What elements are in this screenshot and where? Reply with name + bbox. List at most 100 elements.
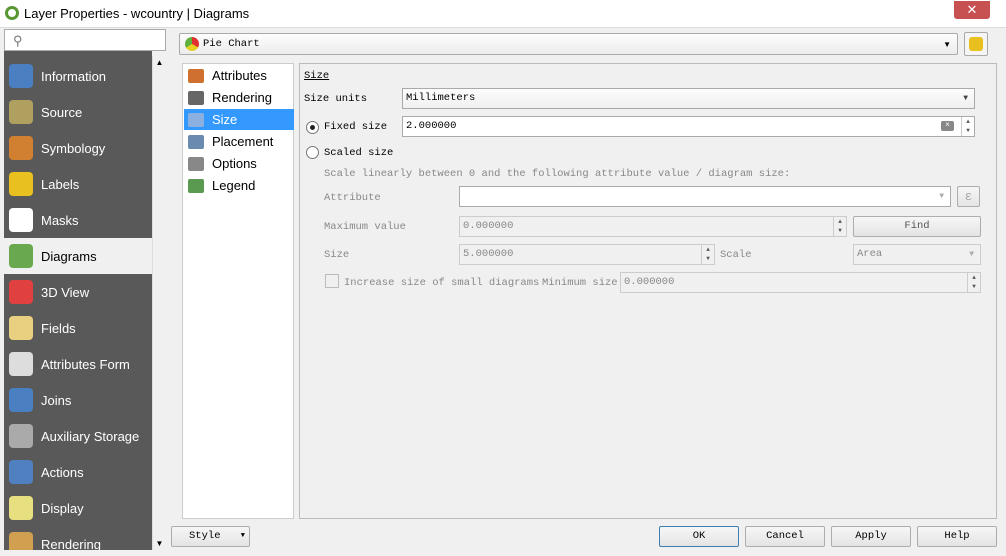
sidebar-item-information[interactable]: Information bbox=[4, 58, 152, 94]
scaled-size-radio[interactable] bbox=[306, 146, 319, 159]
attributes-icon bbox=[188, 68, 204, 83]
sidebar-item-label: Attributes Form bbox=[41, 356, 130, 372]
masks-icon bbox=[9, 208, 33, 232]
rendering-icon bbox=[9, 532, 33, 550]
fields-icon bbox=[9, 316, 33, 340]
subtab-label: Legend bbox=[212, 178, 256, 193]
attribute-field[interactable]: ▼ bbox=[459, 186, 951, 207]
min-size-input[interactable]: 0.000000 ▲ ▼ bbox=[620, 272, 981, 293]
sidebar-item-label: Joins bbox=[41, 392, 72, 408]
sidebar-item-display[interactable]: Display bbox=[4, 490, 152, 526]
subtab-placement[interactable]: Placement bbox=[184, 131, 294, 152]
spinbox-arrows[interactable]: ▲ ▼ bbox=[701, 245, 714, 264]
subtab-label: Rendering bbox=[212, 90, 272, 105]
sidebar-item-3d-view[interactable]: 3D View bbox=[4, 274, 152, 310]
fixed-size-input[interactable]: 2.000000 × ▲ ▼ bbox=[402, 116, 975, 137]
fixed-size-label: Fixed size bbox=[324, 121, 388, 133]
display-icon bbox=[9, 496, 33, 520]
size-units-label: Size units bbox=[304, 93, 368, 105]
increase-size-label: Increase size of small diagrams bbox=[344, 277, 540, 289]
sidebar-item-auxiliary-storage[interactable]: Auxiliary Storage bbox=[4, 418, 152, 454]
sidebar-item-label: Display bbox=[41, 500, 84, 516]
fixed-size-radio[interactable] bbox=[306, 121, 319, 134]
diagram-type-dropdown[interactable]: Pie Chart ▼ bbox=[179, 33, 958, 55]
min-size-value: 0.000000 bbox=[624, 276, 675, 288]
subtab-label: Placement bbox=[212, 134, 274, 149]
qgis-logo-icon bbox=[5, 6, 19, 20]
labels-icon bbox=[9, 172, 33, 196]
spinbox-arrows[interactable]: ▲ ▼ bbox=[967, 273, 980, 292]
subtab-rendering[interactable]: Rendering bbox=[184, 87, 294, 108]
scale-dropdown[interactable]: Area ▼ bbox=[853, 244, 981, 265]
style-label: Style bbox=[189, 530, 221, 542]
sidebar-item-masks[interactable]: Masks bbox=[4, 202, 152, 238]
spinbox-arrows[interactable]: ▲ ▼ bbox=[961, 117, 974, 136]
size-value: 5.000000 bbox=[463, 248, 514, 260]
clear-icon[interactable]: × bbox=[941, 121, 954, 131]
subtab-label: Options bbox=[212, 156, 257, 171]
sidebar-item-label: Information bbox=[41, 68, 107, 84]
scale-label: Scale bbox=[720, 249, 752, 261]
sidebar-item-joins[interactable]: Joins bbox=[4, 382, 152, 418]
sidebar-item-label: Masks bbox=[41, 212, 79, 228]
size-panel: Size Size units Millimeters ▼ Fixed size … bbox=[299, 63, 997, 519]
expression-button[interactable]: ε bbox=[957, 186, 980, 207]
apply-button[interactable]: Apply bbox=[831, 526, 911, 547]
size-input[interactable]: 5.000000 ▲ ▼ bbox=[459, 244, 715, 265]
subtab-size[interactable]: Size bbox=[184, 109, 294, 130]
scale-value: Area bbox=[857, 248, 883, 260]
chevron-down-icon: ▼ bbox=[943, 39, 951, 49]
rendering-icon bbox=[188, 90, 204, 105]
search-icon: ⚲ bbox=[13, 33, 23, 48]
sidebar: Information Source Symbology Labels Masks Dia… bbox=[4, 51, 152, 550]
search-input[interactable]: ⚲ bbox=[4, 29, 166, 51]
symbology-icon bbox=[9, 136, 33, 160]
sidebar-item-fields[interactable]: Fields bbox=[4, 310, 152, 346]
sidebar-item-symbology[interactable]: Symbology bbox=[4, 130, 152, 166]
find-button[interactable]: Find bbox=[853, 216, 981, 237]
options-icon bbox=[188, 156, 204, 171]
sidebar-scrollbar[interactable]: ▲ ▼ bbox=[152, 56, 166, 550]
section-heading: Size bbox=[304, 70, 330, 82]
increase-size-checkbox[interactable] bbox=[325, 274, 339, 288]
subtab-legend[interactable]: Legend bbox=[184, 175, 294, 196]
sidebar-item-labels[interactable]: Labels bbox=[4, 166, 152, 202]
sidebar-item-label: Symbology bbox=[41, 140, 106, 156]
diagram-subtab-list: Attributes Rendering Size Placement Options L… bbox=[182, 63, 294, 519]
title-bar: Layer Properties - wcountry | Diagrams ✕ bbox=[0, 0, 1006, 28]
style-manager-button[interactable] bbox=[964, 32, 988, 56]
window-title: Layer Properties - wcountry | Diagrams bbox=[24, 6, 250, 21]
subtab-label: Attributes bbox=[212, 68, 267, 83]
subtab-options[interactable]: Options bbox=[184, 153, 294, 174]
sidebar-item-diagrams[interactable]: Diagrams bbox=[4, 238, 152, 274]
actions-icon bbox=[9, 460, 33, 484]
max-value-input[interactable]: 0.000000 ▲ ▼ bbox=[459, 216, 847, 237]
subtab-label: Size bbox=[212, 112, 238, 127]
help-button[interactable]: Help bbox=[917, 526, 997, 547]
attribute-label: Attribute bbox=[324, 192, 381, 204]
ok-button[interactable]: OK bbox=[659, 526, 739, 547]
sidebar-item-label: Fields bbox=[41, 320, 76, 336]
diagram-type-value: Pie Chart bbox=[203, 38, 260, 50]
sidebar-item-rendering[interactable]: Rendering bbox=[4, 526, 152, 550]
cancel-button[interactable]: Cancel bbox=[745, 526, 825, 547]
size-label: Size bbox=[324, 249, 350, 261]
spinbox-arrows[interactable]: ▲ ▼ bbox=[833, 217, 846, 236]
size-icon bbox=[188, 112, 204, 127]
sidebar-item-source[interactable]: Source bbox=[4, 94, 152, 130]
fixed-size-value: 2.000000 bbox=[406, 120, 457, 132]
diagrams-icon bbox=[9, 244, 33, 268]
subtab-attributes[interactable]: Attributes bbox=[184, 65, 294, 86]
close-button[interactable]: ✕ bbox=[954, 1, 990, 19]
sidebar-item-label: Actions bbox=[41, 464, 84, 480]
sidebar-item-attributes-form[interactable]: Attributes Form bbox=[4, 346, 152, 382]
sidebar-item-actions[interactable]: Actions bbox=[4, 454, 152, 490]
attributes-form-icon bbox=[9, 352, 33, 376]
style-button[interactable]: Style ▼ bbox=[171, 526, 250, 547]
sidebar-item-label: Source bbox=[41, 104, 83, 120]
chevron-down-icon: ▼ bbox=[939, 192, 944, 201]
chevron-down-icon: ▼ bbox=[969, 250, 974, 259]
size-units-value: Millimeters bbox=[406, 92, 476, 104]
sidebar-item-label: Diagrams bbox=[41, 248, 97, 264]
size-units-dropdown[interactable]: Millimeters ▼ bbox=[402, 88, 975, 109]
